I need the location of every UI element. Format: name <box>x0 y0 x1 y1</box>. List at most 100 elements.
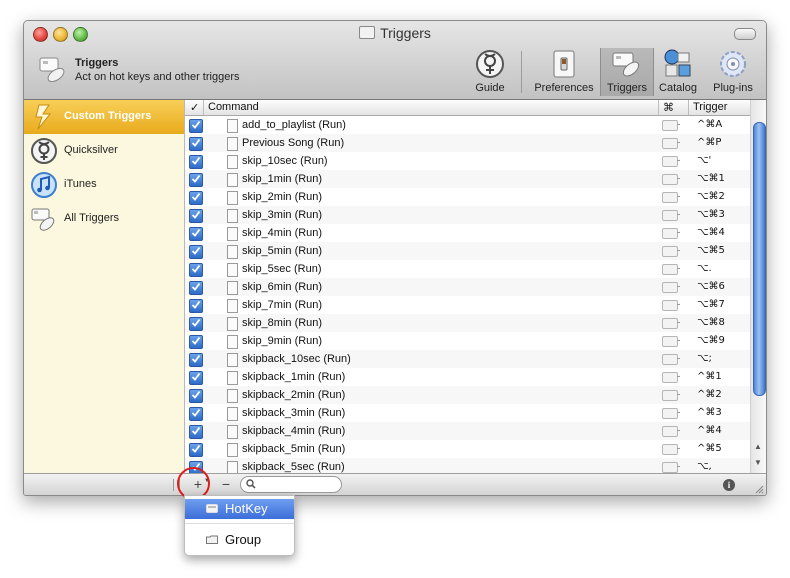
command-cell[interactable]: skip_2min (Run) <box>242 191 322 203</box>
toolbar-plug-ins[interactable]: Plug-ins <box>706 48 760 96</box>
table-row[interactable]: skipback_10sec (Run) ⌥; <box>185 350 750 368</box>
table-row[interactable]: skip_9min (Run) ⌥⌘9 <box>185 332 750 350</box>
table-row[interactable]: skip_1min (Run) ⌥⌘1 <box>185 170 750 188</box>
command-cell[interactable]: skip_6min (Run) <box>242 281 322 293</box>
enabled-checkbox[interactable] <box>189 209 203 223</box>
sidebar-item-custom-triggers[interactable]: Custom Triggers <box>24 100 184 134</box>
menu-item-group[interactable]: Group <box>185 530 294 550</box>
trigger-cell[interactable]: ⌥. <box>697 263 712 274</box>
table-row[interactable]: add_to_playlist (Run) ^⌘A <box>185 116 750 134</box>
trigger-cell[interactable]: ^⌘1 <box>697 371 722 382</box>
command-cell[interactable]: skipback_4min (Run) <box>242 425 345 437</box>
column-header-command[interactable]: Command <box>208 101 259 113</box>
command-cell[interactable]: skipback_10sec (Run) <box>242 353 351 365</box>
scrollbar-thumb[interactable] <box>753 122 766 396</box>
table-row[interactable]: Previous Song (Run) ^⌘P <box>185 134 750 152</box>
trigger-cell[interactable]: ⌥; <box>697 353 712 364</box>
scroll-up-arrow[interactable]: ▲ <box>754 442 762 451</box>
command-cell[interactable]: skip_3min (Run) <box>242 209 322 221</box>
sidebar-item-itunes[interactable]: iTunes <box>24 168 184 202</box>
table-row[interactable]: skip_4min (Run) ⌥⌘4 <box>185 224 750 242</box>
toolbar-preferences[interactable]: Preferences <box>529 48 599 96</box>
trigger-cell[interactable]: ⌥⌘7 <box>697 299 725 310</box>
enabled-checkbox[interactable] <box>189 227 203 241</box>
table-row[interactable]: skip_10sec (Run) ⌥' <box>185 152 750 170</box>
sidebar-item-quicksilver[interactable]: Quicksilver <box>24 134 184 168</box>
sidebar-item-all-triggers[interactable]: All Triggers <box>24 202 184 236</box>
resize-grip-icon[interactable] <box>754 484 764 494</box>
enabled-checkbox[interactable] <box>189 263 203 277</box>
scroll-down-arrow[interactable]: ▼ <box>754 458 762 467</box>
command-cell[interactable]: skip_7min (Run) <box>242 299 322 311</box>
enabled-checkbox[interactable] <box>189 335 203 349</box>
table-row[interactable]: skipback_5min (Run) ^⌘5 <box>185 440 750 458</box>
trigger-cell[interactable]: ⌥⌘6 <box>697 281 725 292</box>
command-cell[interactable]: skip_8min (Run) <box>242 317 322 329</box>
command-cell[interactable]: Previous Song (Run) <box>242 137 344 149</box>
table-row[interactable]: skipback_1min (Run) ^⌘1 <box>185 368 750 386</box>
trigger-cell[interactable]: ⌥⌘1 <box>697 173 725 184</box>
enabled-checkbox[interactable] <box>189 443 203 457</box>
trigger-cell[interactable]: ^⌘4 <box>697 425 722 436</box>
trigger-cell[interactable]: ^⌘2 <box>697 389 722 400</box>
table-row[interactable]: skipback_2min (Run) ^⌘2 <box>185 386 750 404</box>
command-cell[interactable]: skipback_2min (Run) <box>242 389 345 401</box>
command-cell[interactable]: skipback_1min (Run) <box>242 371 345 383</box>
trigger-cell[interactable]: ^⌘A <box>697 119 722 130</box>
enabled-checkbox[interactable] <box>189 245 203 259</box>
enabled-checkbox[interactable] <box>189 119 203 133</box>
trigger-cell[interactable]: ⌥⌘5 <box>697 245 725 256</box>
enabled-checkbox[interactable] <box>189 407 203 421</box>
table-row[interactable]: skip_2min (Run) ⌥⌘2 <box>185 188 750 206</box>
trigger-cell[interactable]: ⌥⌘2 <box>697 191 725 202</box>
command-cell[interactable]: skip_4min (Run) <box>242 227 322 239</box>
command-cell[interactable]: skipback_5min (Run) <box>242 443 345 455</box>
enabled-checkbox[interactable] <box>189 155 203 169</box>
column-header-trigger[interactable]: Trigger <box>693 101 727 113</box>
command-cell[interactable]: skip_9min (Run) <box>242 335 322 347</box>
remove-trigger-button[interactable]: − <box>218 476 234 493</box>
enabled-checkbox[interactable] <box>189 299 203 313</box>
trigger-cell[interactable]: ⌥⌘9 <box>697 335 725 346</box>
table-row[interactable]: skip_5sec (Run) ⌥. <box>185 260 750 278</box>
command-cell[interactable]: skip_1min (Run) <box>242 173 322 185</box>
column-header-enabled[interactable]: ✓ <box>190 101 199 114</box>
trigger-cell[interactable]: ⌥⌘3 <box>697 209 725 220</box>
table-row[interactable]: skip_7min (Run) ⌥⌘7 <box>185 296 750 314</box>
table-row[interactable]: skip_6min (Run) ⌥⌘6 <box>185 278 750 296</box>
enabled-checkbox[interactable] <box>189 371 203 385</box>
toolbar-guide[interactable]: Guide <box>470 48 510 96</box>
enabled-checkbox[interactable] <box>189 281 203 295</box>
command-cell[interactable]: skip_5sec (Run) <box>242 263 321 275</box>
table-row[interactable]: skip_5min (Run) ⌥⌘5 <box>185 242 750 260</box>
trigger-cell[interactable]: ^⌘5 <box>697 443 722 454</box>
table-row[interactable]: skipback_5sec (Run) ⌥, <box>185 458 750 473</box>
trigger-cell[interactable]: ^⌘3 <box>697 407 722 418</box>
command-cell[interactable]: skipback_3min (Run) <box>242 407 345 419</box>
table-row[interactable]: skipback_3min (Run) ^⌘3 <box>185 404 750 422</box>
enabled-checkbox[interactable] <box>189 317 203 331</box>
enabled-checkbox[interactable] <box>189 137 203 151</box>
command-cell[interactable]: add_to_playlist (Run) <box>242 119 346 131</box>
trigger-cell[interactable]: ^⌘P <box>697 137 721 148</box>
menu-item-hotkey[interactable]: HotKey <box>185 499 294 519</box>
enabled-checkbox[interactable] <box>189 173 203 187</box>
trigger-cell[interactable]: ⌥, <box>697 461 712 472</box>
command-cell[interactable]: skip_10sec (Run) <box>242 155 328 167</box>
enabled-checkbox[interactable] <box>189 389 203 403</box>
command-cell[interactable]: skip_5min (Run) <box>242 245 322 257</box>
table-row[interactable]: skipback_4min (Run) ^⌘4 <box>185 422 750 440</box>
toolbar-triggers[interactable]: Triggers <box>600 48 654 96</box>
toolbar-catalog[interactable]: Catalog <box>654 48 702 96</box>
column-header-cmd[interactable]: ⌘ <box>663 101 674 114</box>
trigger-cell[interactable]: ⌥' <box>697 155 711 166</box>
trigger-cell[interactable]: ⌥⌘8 <box>697 317 725 328</box>
info-button[interactable]: i <box>723 479 735 491</box>
table-row[interactable]: skip_8min (Run) ⌥⌘8 <box>185 314 750 332</box>
command-cell[interactable]: skipback_5sec (Run) <box>242 461 345 473</box>
vertical-scrollbar[interactable]: ▲ ▼ <box>750 100 766 473</box>
trigger-cell[interactable]: ⌥⌘4 <box>697 227 725 238</box>
enabled-checkbox[interactable] <box>189 191 203 205</box>
enabled-checkbox[interactable] <box>189 353 203 367</box>
table-row[interactable]: skip_3min (Run) ⌥⌘3 <box>185 206 750 224</box>
